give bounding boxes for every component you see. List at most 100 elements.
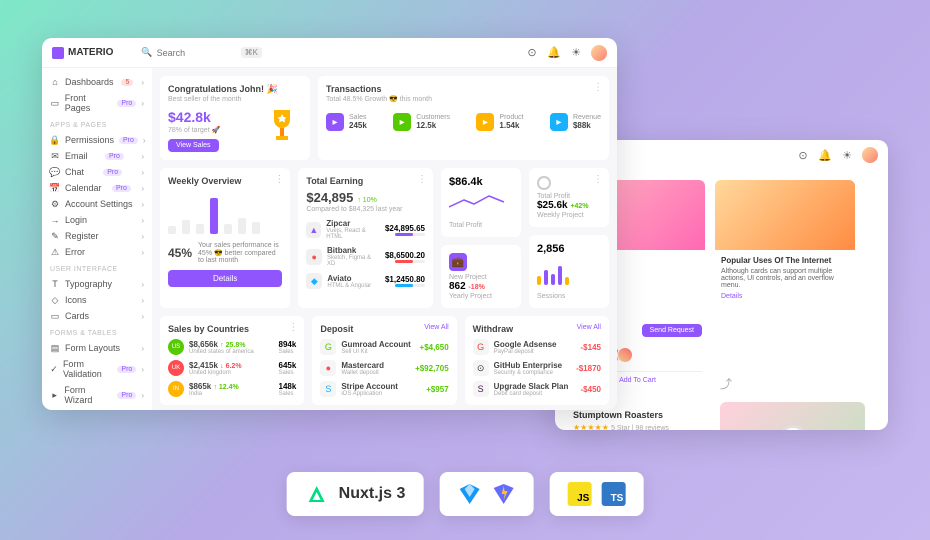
details-link[interactable]: Details — [721, 293, 849, 300]
viewall-link[interactable]: View All — [577, 324, 601, 331]
trans-icon: ▸ — [393, 113, 411, 131]
sidebar-item[interactable]: ⚠Error› — [50, 244, 144, 260]
share-icon[interactable]: ⤴ — [720, 375, 732, 392]
tech-badges: Nuxt.js 3 JS TS — [287, 472, 644, 516]
sidebar-item-icon: ▤ — [50, 343, 60, 353]
weekly-card: ⋮ Weekly Overview 45% Your sales perform… — [160, 168, 290, 308]
profit-weekly-card: ⋮ Total Profit $25.6k +42% Weekly Projec… — [529, 168, 609, 227]
brand-logo[interactable]: MATERIO — [52, 47, 113, 59]
notification-icon[interactable]: 🔔 — [547, 46, 561, 60]
popular-card[interactable]: Popular Uses Of The Internet Although ca… — [715, 180, 855, 306]
sidebar-item[interactable]: ✉EmailPro› — [50, 148, 144, 164]
deposit-row: GGumroad AccountSell UI Kit+$4,650 — [320, 339, 448, 355]
new-project-card: 💼 New Project 862 -18% Yearly Project — [441, 245, 521, 308]
trans-label: Revenue — [573, 114, 601, 121]
card-menu-icon[interactable]: ⋮ — [288, 322, 298, 333]
sidebar-item-icon: 💬 — [50, 167, 60, 177]
circle-icon — [537, 176, 551, 190]
sidebar-item[interactable]: ✎Register› — [50, 228, 144, 244]
trans-icon: ▸ — [550, 113, 568, 131]
sidebar-item[interactable]: 💬ChatPro› — [50, 164, 144, 180]
countries-title: Sales by Countries — [168, 324, 296, 334]
sidebar-item[interactable]: ⌂Dashboards5› — [50, 74, 144, 90]
user-avatar[interactable] — [591, 45, 607, 61]
mini1-value: $86.4k — [449, 176, 513, 188]
sidebar-item[interactable]: ▭Front PagesPro› — [50, 90, 144, 116]
card-menu-icon[interactable]: ⋮ — [593, 82, 603, 93]
vuetify-vite-badge — [439, 472, 533, 516]
chevron-right-icon: › — [141, 216, 144, 225]
sidebar: ⌂Dashboards5›▭Front PagesPro›APPS & PAGE… — [42, 68, 152, 410]
trans-item: ▸Customers12.5k — [393, 113, 450, 131]
theme-icon[interactable]: ☀ — [840, 148, 854, 162]
github-icon[interactable]: ⊙ — [525, 46, 539, 60]
sidebar-item[interactable]: →Login› — [50, 212, 144, 228]
search-input[interactable] — [157, 48, 237, 58]
deposit-amount: +$4,650 — [420, 343, 449, 352]
watch-card[interactable] — [720, 402, 865, 430]
sidebar-item-label: Login — [65, 215, 87, 225]
withdraw-row: SUpgrade Slack PlanDebit card deposit-$4… — [473, 381, 601, 397]
sidebar-item[interactable]: ▭Cards› — [50, 308, 144, 324]
details-button[interactable]: Details — [168, 270, 282, 287]
github-icon[interactable]: ⊙ — [796, 148, 810, 162]
theme-icon[interactable]: ☀ — [569, 46, 583, 60]
withdraw-card: View All Withdraw GGoogle AdsensePayPal … — [465, 316, 609, 405]
earning-name: Bitbank — [327, 246, 380, 255]
sidebar-item-label: Error — [65, 247, 85, 257]
sidebar-badge: Pro — [117, 366, 136, 373]
chart-bar — [224, 224, 232, 234]
country-row: US$8,656k ↑ 25.8%United states of americ… — [168, 339, 296, 355]
card-menu-icon[interactable]: ⋮ — [274, 174, 284, 185]
sidebar-item[interactable]: 🔒PermissionsPro› — [50, 132, 144, 148]
star-rating: ★★★★★ 5 Star | 98 reviews — [573, 423, 702, 430]
briefcase-icon: 💼 — [449, 253, 467, 271]
withdraw-icon: S — [473, 381, 489, 397]
sidebar-item[interactable]: ◇Icons› — [50, 292, 144, 308]
sidebar-badge: 5 — [121, 79, 133, 86]
sessions-card: 2,856 Sessions — [529, 235, 609, 308]
sidebar-item[interactable]: TTypography› — [50, 276, 144, 292]
congrats-card: Congratulations John! 🎉 Best seller of t… — [160, 76, 310, 160]
nuxt-label: Nuxt.js 3 — [339, 485, 406, 503]
sidebar-section-header: FORMS & TABLES — [50, 330, 144, 337]
weekly-title: Weekly Overview — [168, 176, 282, 186]
sidebar-item[interactable]: ⚙Account Settings› — [50, 196, 144, 212]
search-shortcut: ⌘K — [241, 47, 262, 58]
card-menu-icon[interactable]: ⋮ — [417, 174, 427, 185]
user-avatar[interactable] — [862, 147, 878, 163]
popular-desc: Although cards can support multiple acti… — [721, 268, 849, 289]
chevron-right-icon: › — [141, 232, 144, 241]
search-bar[interactable]: 🔍 ⌘K — [121, 47, 517, 58]
sidebar-item-label: Icons — [65, 295, 87, 305]
notification-icon[interactable]: 🔔 — [818, 148, 832, 162]
congrats-sub: Best seller of the month — [168, 96, 302, 103]
sidebar-item-label: Email — [65, 151, 88, 161]
chevron-right-icon: › — [141, 168, 144, 177]
mini2-value: $25.6k — [537, 200, 568, 211]
sidebar-item-label: Permissions — [65, 135, 114, 145]
sidebar-item[interactable]: ▸Form WizardPro› — [50, 382, 144, 408]
withdraw-icon: G — [473, 339, 489, 355]
sidebar-item[interactable]: 📅CalendarPro› — [50, 180, 144, 196]
earning-desc: Sketch, Figma & XD — [327, 255, 380, 267]
trans-label: Sales — [349, 114, 367, 121]
sidebar-item-label: Chat — [65, 167, 84, 177]
sidebar-item-icon: ✉ — [50, 151, 60, 161]
deposit-amount: +$957 — [426, 385, 448, 394]
chevron-right-icon: › — [141, 248, 144, 257]
card-menu-icon[interactable]: ⋮ — [593, 174, 603, 185]
sidebar-item[interactable]: ▤Form Layouts› — [50, 340, 144, 356]
send-request-button[interactable]: Send Request — [642, 324, 702, 337]
chevron-right-icon: › — [141, 391, 144, 400]
mini4-label: Sessions — [537, 293, 601, 300]
chevron-right-icon: › — [141, 184, 144, 193]
view-sales-button[interactable]: View Sales — [168, 139, 219, 152]
sidebar-badge: Pro — [119, 137, 138, 144]
sidebar-item-icon: ⚙ — [50, 199, 60, 209]
viewall-link[interactable]: View All — [424, 324, 448, 331]
earning-growth: ↑ 10% — [357, 197, 376, 204]
sidebar-item[interactable]: ✓Form ValidationPro› — [50, 356, 144, 382]
trans-item: ▸Product1.54k — [476, 113, 523, 131]
trans-icon: ▸ — [326, 113, 344, 131]
